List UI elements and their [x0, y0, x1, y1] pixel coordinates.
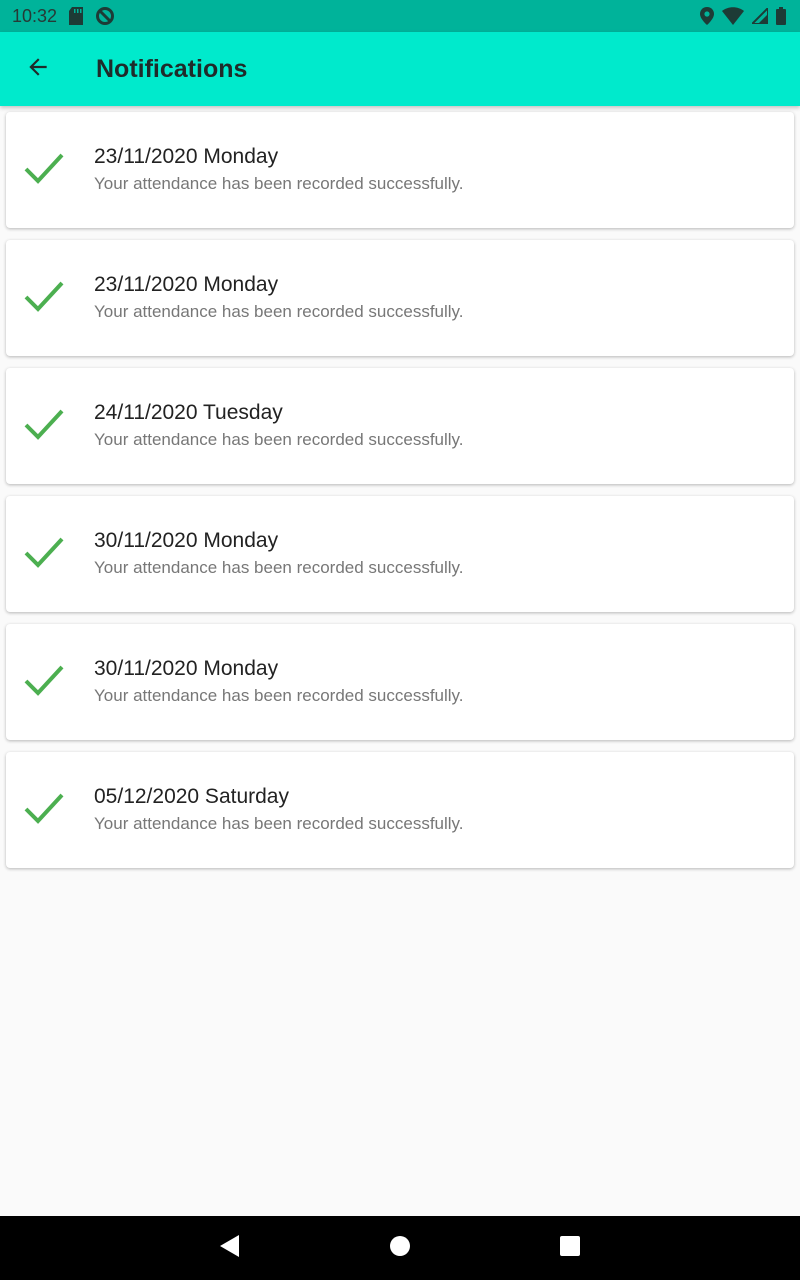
notification-message: Your attendance has been recorded succes…	[94, 558, 464, 577]
battery-icon	[776, 7, 786, 25]
notification-text: 05/12/2020 Saturday Your attendance has …	[94, 783, 464, 837]
status-right	[700, 7, 786, 25]
sd-card-icon	[69, 7, 84, 25]
notification-message: Your attendance has been recorded succes…	[94, 174, 464, 193]
arrow-back-icon	[25, 54, 51, 85]
nav-back-button[interactable]	[200, 1216, 260, 1280]
check-icon	[6, 279, 64, 318]
notification-text: 23/11/2020 Monday Your attendance has be…	[94, 271, 464, 325]
nav-home-button[interactable]	[370, 1216, 430, 1280]
notification-title: 24/11/2020 Tuesday	[94, 401, 283, 424]
check-icon	[6, 663, 64, 702]
notification-message: Your attendance has been recorded succes…	[94, 302, 464, 321]
notification-title: 23/11/2020 Monday	[94, 145, 279, 168]
check-icon	[6, 407, 64, 446]
nav-recents-button[interactable]	[540, 1216, 600, 1280]
notification-card[interactable]: 05/12/2020 Saturday Your attendance has …	[6, 752, 794, 868]
status-left: 10:32	[12, 6, 115, 27]
notification-title: 30/11/2020 Monday	[94, 529, 279, 552]
nav-home-icon	[389, 1235, 411, 1262]
status-bar: 10:32	[0, 0, 800, 32]
notification-text: 24/11/2020 Tuesday Your attendance has b…	[94, 399, 464, 453]
notification-message: Your attendance has been recorded succes…	[94, 814, 464, 833]
navigation-bar	[0, 1216, 800, 1280]
app-bar: Notifications	[0, 32, 800, 106]
notification-text: 23/11/2020 Monday Your attendance has be…	[94, 143, 464, 197]
sync-icon	[95, 6, 115, 26]
notification-title: 05/12/2020 Saturday	[94, 785, 289, 808]
notification-card[interactable]: 24/11/2020 Tuesday Your attendance has b…	[6, 368, 794, 484]
notification-message: Your attendance has been recorded succes…	[94, 686, 464, 705]
check-icon	[6, 535, 64, 574]
page-title: Notifications	[96, 54, 248, 83]
back-button[interactable]	[10, 41, 66, 97]
notification-text: 30/11/2020 Monday Your attendance has be…	[94, 655, 464, 709]
wifi-icon	[722, 7, 744, 25]
notification-message: Your attendance has been recorded succes…	[94, 430, 464, 449]
notification-card[interactable]: 30/11/2020 Monday Your attendance has be…	[6, 624, 794, 740]
nav-recents-icon	[560, 1235, 580, 1261]
nav-back-icon	[220, 1234, 240, 1262]
notification-card[interactable]: 23/11/2020 Monday Your attendance has be…	[6, 240, 794, 356]
notification-card[interactable]: 30/11/2020 Monday Your attendance has be…	[6, 496, 794, 612]
notification-title: 23/11/2020 Monday	[94, 273, 279, 296]
check-icon	[6, 791, 64, 830]
notification-card[interactable]: 23/11/2020 Monday Your attendance has be…	[6, 112, 794, 228]
location-icon	[700, 7, 714, 25]
notification-text: 30/11/2020 Monday Your attendance has be…	[94, 527, 464, 581]
status-time: 10:32	[12, 5, 58, 26]
check-icon	[6, 151, 64, 190]
signal-icon	[752, 8, 768, 24]
notification-title: 30/11/2020 Monday	[94, 657, 279, 680]
